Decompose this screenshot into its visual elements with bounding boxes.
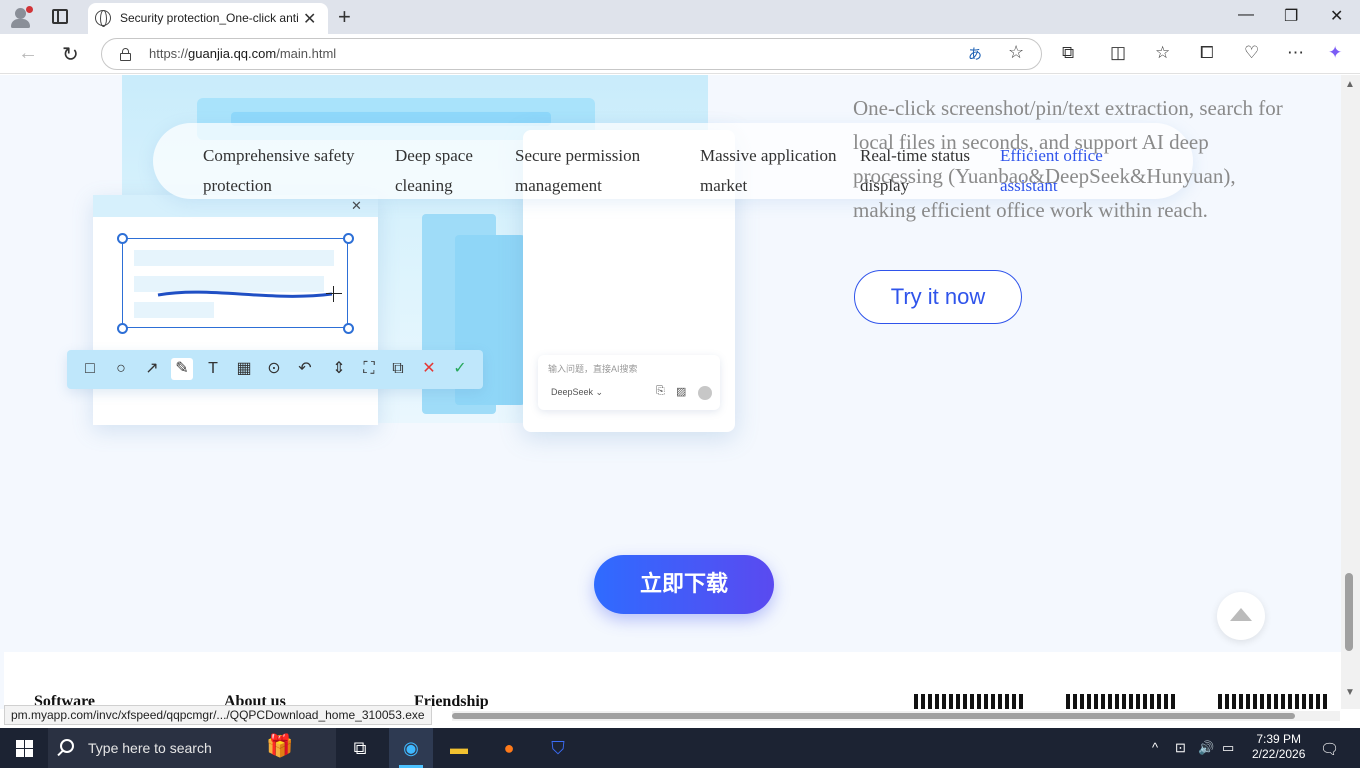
selection-handle (117, 233, 128, 244)
cancel-icon: ✕ (422, 360, 436, 377)
file-explorer-app[interactable]: ▬ (437, 728, 481, 768)
copilot-icon[interactable]: ✦ (1328, 43, 1342, 63)
collections-icon[interactable]: ⧠ (1200, 43, 1214, 63)
selection-box (122, 238, 348, 328)
close-window-button[interactable]: ✕ (1330, 6, 1343, 26)
link-status-bar: pm.myapp.com/invc/xfspeed/qqpcmgr/.../QQ… (4, 705, 432, 725)
horizontal-scrollbar[interactable] (452, 711, 1340, 721)
try-it-now-button[interactable]: Try it now (854, 270, 1022, 324)
network-icon[interactable]: ⊡ (1175, 740, 1186, 756)
globe-icon (95, 10, 111, 27)
footer: Software About us Friendship (4, 652, 1341, 709)
tab-deep-space-cleaning[interactable]: Deep space cleaning (395, 141, 495, 201)
screenshot-toolbar: □ ○ ↗ ✎ T ▦ ⊙ ↶ ⇕ ⛶ ⧉ ✕ ✓ (67, 350, 483, 389)
tab-close-icon[interactable]: ✕ (303, 9, 316, 29)
edge-app[interactable]: ◉ (389, 728, 433, 768)
circle-icon: ○ (116, 360, 126, 377)
download-button[interactable]: 立即下载 (594, 555, 774, 614)
ocr-icon: ⛶ (363, 360, 375, 377)
task-view-button[interactable]: ⧉ (338, 728, 382, 768)
selection-handle (117, 323, 128, 334)
arrow-icon: ↗ (145, 360, 159, 377)
tab-secure-permission[interactable]: Secure permission management (515, 141, 665, 201)
back-to-top-button[interactable] (1217, 592, 1265, 640)
address-bar[interactable]: https://guanjia.qq.com/main.html あ ☆ (101, 38, 1042, 70)
feature-description: One-click screenshot/pin/text extraction… (853, 96, 1283, 222)
address-toolbar: ← ↻ https://guanjia.qq.com/main.html あ ☆… (0, 34, 1360, 74)
confirm-icon: ✓ (453, 360, 467, 377)
taskbar-clock[interactable]: 7:39 PM 2/22/2026 (1252, 732, 1305, 762)
volume-icon[interactable]: 🔊 (1198, 740, 1214, 756)
scroll-thumb[interactable] (452, 713, 1295, 719)
security-app[interactable]: ⛉ (536, 728, 580, 768)
gift-icon: 🎁 (266, 733, 294, 758)
minimize-button[interactable]: — (1238, 6, 1254, 24)
search-icon (60, 739, 74, 753)
pen-icon: ✎ (171, 358, 193, 380)
send-icon (698, 386, 712, 400)
notifications-icon[interactable]: 🗨 (1320, 740, 1339, 758)
new-tab-button[interactable]: + (338, 4, 351, 30)
search-placeholder: Type here to search (88, 740, 212, 756)
profile-icon[interactable] (8, 5, 34, 29)
crosshair-cursor (326, 286, 342, 302)
browser-essentials-icon[interactable]: ♡ (1244, 43, 1259, 63)
scroll-up-icon[interactable]: ▲ (1345, 79, 1355, 90)
translate-icon[interactable]: あ (968, 44, 982, 64)
vertical-scrollbar[interactable]: ▲ ▼ (1341, 75, 1360, 709)
restore-button[interactable]: ❐ (1284, 6, 1298, 26)
qr-code (1066, 694, 1178, 709)
tab-title: Security protection_One-click anti (120, 11, 299, 25)
browser-tab-bar: Security protection_One-click anti ✕ + —… (0, 0, 1360, 34)
scroll-thumb[interactable] (1345, 573, 1353, 651)
more-menu-icon[interactable]: ⋯ (1287, 43, 1304, 63)
text-icon: T (208, 360, 218, 377)
back-button[interactable]: ← (18, 42, 38, 65)
rectangle-icon: □ (85, 360, 95, 377)
taskbar-search[interactable]: Type here to search 🎁 (48, 728, 336, 768)
browser-tab-active[interactable]: Security protection_One-click anti ✕ (88, 3, 328, 34)
long-screenshot-icon: ⇕ (332, 360, 346, 377)
tray-chevron-icon[interactable]: ^ (1152, 740, 1158, 755)
tab-comprehensive-safety[interactable]: Comprehensive safety protection (203, 141, 373, 201)
ai-input-box: 输入问题，直接AI搜索 DeepSeek ⌄ ⎘ ▨ (538, 355, 720, 410)
qr-code (914, 694, 1026, 709)
tab-actions-icon[interactable] (52, 9, 68, 24)
undo-icon: ↶ (298, 360, 312, 377)
favorite-star-icon[interactable]: ☆ (1008, 42, 1024, 63)
split-screen-icon[interactable]: ◫ (1110, 43, 1126, 63)
scroll-down-icon[interactable]: ▼ (1345, 687, 1355, 698)
extensions-icon[interactable]: ⧉ (1062, 43, 1074, 63)
lock-icon[interactable] (120, 48, 131, 61)
ai-model-select: DeepSeek ⌄ (551, 387, 604, 397)
file-icon: ⎘ (656, 385, 665, 397)
marker-icon: ⊙ (267, 360, 281, 377)
tab-application-market[interactable]: Massive application market (700, 141, 856, 201)
mosaic-icon: ▦ (236, 360, 252, 377)
firefox-app[interactable]: ● (487, 728, 531, 768)
qr-code (1218, 694, 1330, 709)
translate-icon: ⧉ (392, 360, 404, 377)
taskbar: Type here to search 🎁 ⧉ ◉ ▬ ● ⛉ ^ ⊡ 🔊 ▭ … (0, 728, 1360, 768)
display-icon[interactable]: ▭ (1222, 740, 1234, 756)
favorites-icon[interactable]: ☆ (1155, 43, 1170, 63)
start-button[interactable] (16, 740, 33, 757)
selection-handle (343, 233, 354, 244)
ai-input-placeholder: 输入问题，直接AI搜索 (548, 364, 638, 374)
image-icon: ▨ (676, 386, 687, 398)
page-viewport: 输入问题，直接AI搜索 DeepSeek ⌄ ⎘ ▨ ✕ □ ○ ↗ ✎ T ▦… (0, 75, 1341, 709)
selection-handle (343, 323, 354, 334)
url-text: https://guanjia.qq.com/main.html (149, 46, 337, 61)
reload-button[interactable]: ↻ (62, 42, 79, 67)
